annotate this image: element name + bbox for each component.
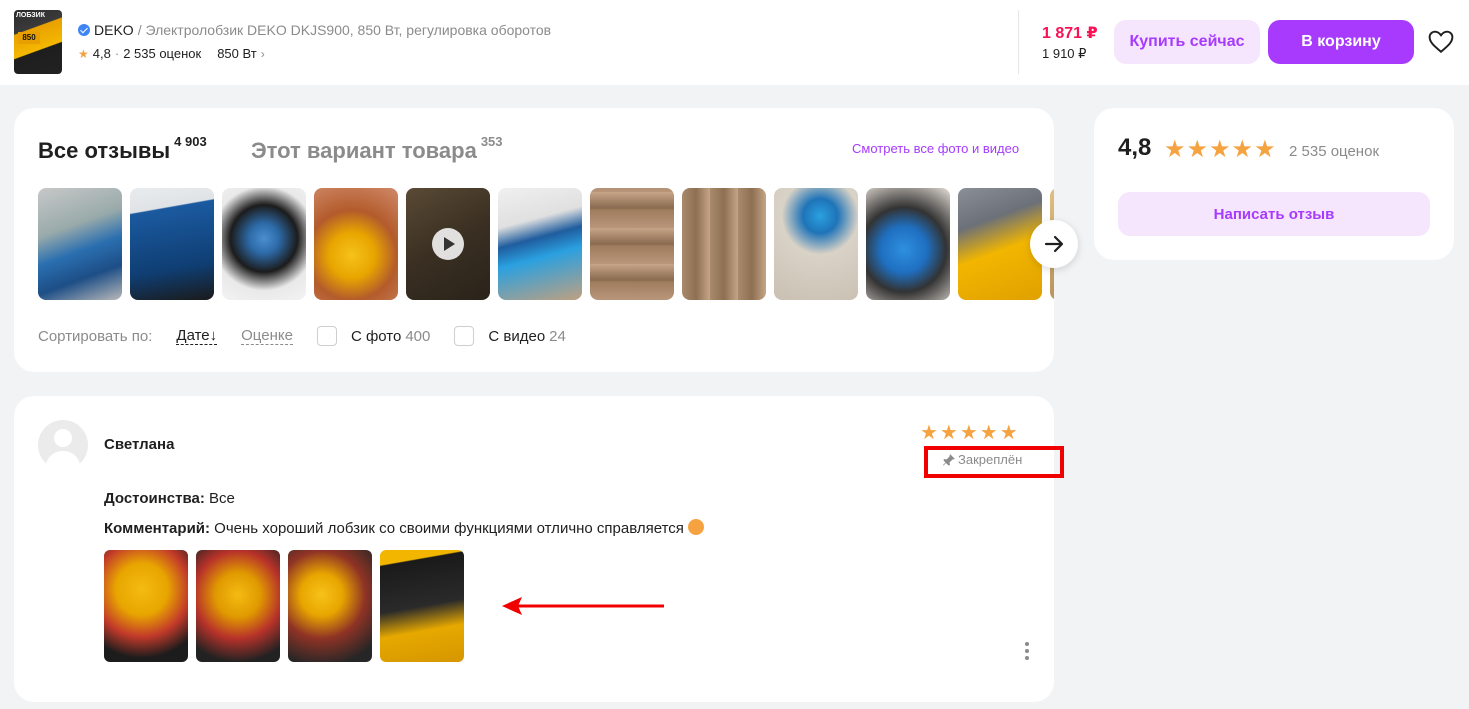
star-icon: ★ xyxy=(78,46,89,61)
sort-by-date[interactable]: Дате↓ xyxy=(176,327,218,345)
rating-value: 4,8 xyxy=(1118,134,1152,161)
comment-label: Комментарий: xyxy=(104,520,211,537)
gallery-thumb[interactable] xyxy=(774,188,858,300)
sort-filter-bar: Сортировать по: Дате↓ Оценке С фото 400 … xyxy=(38,324,590,348)
gallery-thumb[interactable] xyxy=(866,188,950,300)
review-item: Светлана ★★★★★ Закреплён Достоинства: Вс… xyxy=(14,396,1064,702)
filter-with-photo[interactable]: С фото 400 xyxy=(316,326,431,346)
filter-photo-label: С фото xyxy=(350,327,402,345)
dot-separator: · xyxy=(114,46,120,61)
comment-text: Очень хороший лобзик со своими функциями… xyxy=(210,520,684,537)
media-gallery xyxy=(38,188,1054,300)
pinned-label: Закреплён xyxy=(958,452,1023,467)
sort-by-score[interactable]: Оценке xyxy=(241,327,293,345)
annotation-arrow-icon xyxy=(502,597,664,615)
review-comment: Комментарий: Очень хороший лобзик со сво… xyxy=(104,519,704,537)
tab-all-count: 4 903 xyxy=(174,134,207,149)
product-name: / Электролобзик DEKO DKJS900, 850 Вт, ре… xyxy=(137,22,552,38)
all-media-link[interactable]: Смотреть все фото и видео xyxy=(852,141,1019,156)
pinned-badge: Закреплён xyxy=(942,452,1022,467)
tab-this-variant[interactable]: Этот вариант товара 353 xyxy=(251,134,503,164)
review-photo[interactable] xyxy=(380,550,464,662)
gallery-next-button[interactable] xyxy=(1030,220,1078,268)
gallery-thumb[interactable] xyxy=(590,188,674,300)
tab-all-label: Все отзывы xyxy=(38,138,171,163)
more-options-icon[interactable] xyxy=(1020,640,1034,664)
verified-icon xyxy=(78,24,90,36)
advantages-label: Достоинства: xyxy=(104,490,205,507)
gallery-thumb[interactable] xyxy=(38,188,122,300)
tab-variant-label: Этот вариант товара xyxy=(251,138,477,163)
filter-video-label: С видео xyxy=(488,327,546,345)
chevron-right-icon[interactable]: › xyxy=(261,47,265,61)
variant-selector[interactable]: 850 Вт xyxy=(217,46,257,61)
gallery-thumb[interactable] xyxy=(222,188,306,300)
gallery-thumb[interactable] xyxy=(498,188,582,300)
tab-variant-count: 353 xyxy=(480,134,503,149)
add-to-cart-button[interactable]: В корзину xyxy=(1268,20,1414,64)
review-author: Светлана xyxy=(104,436,175,453)
write-review-button[interactable]: Написать отзыв xyxy=(1118,192,1430,236)
product-thumbnail[interactable]: ЛОБЗИК 850 xyxy=(14,10,62,74)
product-title: DEKO / Электролобзик DEKO DKJS900, 850 В… xyxy=(78,22,551,38)
old-price: 1 910 ₽ xyxy=(1042,46,1087,61)
rating-stars: ★★★★★ xyxy=(1164,136,1277,163)
avatar xyxy=(38,420,88,470)
header-ratings-count[interactable]: 2 535 оценок xyxy=(123,46,201,61)
review-photo[interactable] xyxy=(288,550,372,662)
thumbnail-text: ЛОБЗИК xyxy=(16,12,45,19)
review-stars: ★★★★★ xyxy=(920,422,1020,444)
rating-summary: 4,8 ★★★★★ 2 535 оценок Написать отзыв xyxy=(1094,108,1454,260)
arrow-right-icon xyxy=(1044,235,1064,253)
product-meta: ★ 4,8 · 2 535 оценок 850 Вт › xyxy=(78,46,265,61)
product-header: ЛОБЗИК 850 DEKO / Электролобзик DEKO DKJ… xyxy=(0,0,1469,85)
gallery-video-thumb[interactable] xyxy=(406,188,490,300)
video-checkbox[interactable] xyxy=(454,326,475,346)
gallery-thumb[interactable] xyxy=(682,188,766,300)
gallery-thumb[interactable] xyxy=(314,188,398,300)
heart-icon[interactable] xyxy=(1428,30,1454,54)
brand-link[interactable]: DEKO xyxy=(94,22,134,38)
review-advantages: Достоинства: Все xyxy=(104,490,235,507)
sort-label: Сортировать по: xyxy=(38,327,153,345)
current-price: 1 871 ₽ xyxy=(1042,25,1098,42)
play-icon[interactable] xyxy=(432,228,464,260)
filter-photo-count: 400 xyxy=(405,327,431,345)
photo-checkbox[interactable] xyxy=(316,326,337,346)
buy-now-button[interactable]: Купить сейчас xyxy=(1114,20,1260,64)
divider xyxy=(1018,10,1019,74)
reviews-panel: Все отзывы 4 903 Этот вариант товара 353 С… xyxy=(14,108,1078,372)
review-photo[interactable] xyxy=(196,550,280,662)
review-photo[interactable] xyxy=(104,550,188,662)
gallery-thumb[interactable] xyxy=(130,188,214,300)
smile-emoji-icon xyxy=(687,519,704,535)
pin-icon xyxy=(943,453,955,465)
tab-all-reviews[interactable]: Все отзывы 4 903 xyxy=(38,134,207,164)
filter-with-video[interactable]: С видео 24 xyxy=(454,326,566,346)
header-rating: 4,8 xyxy=(92,46,111,61)
advantages-text: Все xyxy=(204,490,235,507)
thumbnail-power: 850 xyxy=(18,32,40,44)
rating-count: 2 535 оценок xyxy=(1289,143,1379,160)
filter-video-count: 24 xyxy=(549,327,566,345)
